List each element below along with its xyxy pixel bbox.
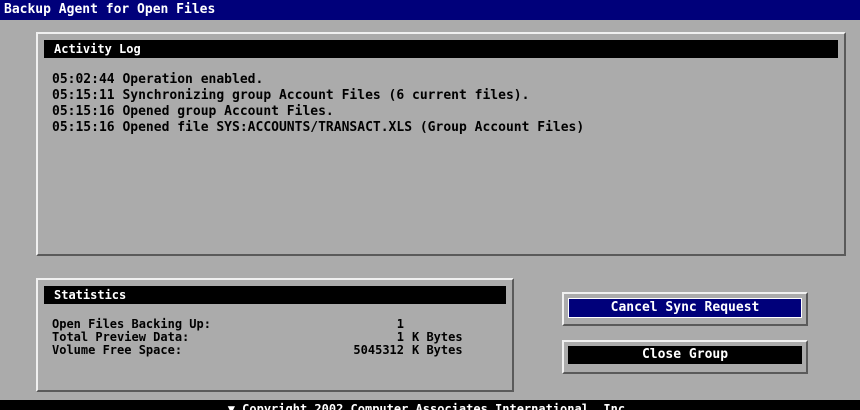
stat-unit: K Bytes <box>412 343 463 357</box>
stat-value: 1 <box>396 317 404 331</box>
statistics-header: Statistics <box>44 286 506 304</box>
activity-log-list[interactable]: 05:02:44 Operation enabled. 05:15:11 Syn… <box>52 72 844 136</box>
activity-log-panel: Activity Log 05:02:44 Operation enabled.… <box>36 32 846 256</box>
log-entry: 05:15:11 Synchronizing group Account Fil… <box>52 88 530 103</box>
stat-label: Volume Free Space: <box>52 343 183 357</box>
window-title: Backup Agent for Open Files <box>0 0 860 20</box>
statistics-list: Open Files Backing Up: 1 Total Preview D… <box>52 318 512 357</box>
stat-value: 5045312 <box>353 343 404 357</box>
cancel-sync-request-label: Cancel Sync Request <box>568 298 802 318</box>
log-entry: 05:02:44 Operation enabled. <box>52 72 264 87</box>
statistics-panel: Statistics Open Files Backing Up: 1 Tota… <box>36 278 514 392</box>
close-group-button[interactable]: Close Group <box>562 340 808 374</box>
stat-row-free-space: Volume Free Space: 5045312 K Bytes <box>52 344 512 357</box>
close-group-label: Close Group <box>568 346 802 364</box>
activity-log-header: Activity Log <box>44 40 838 58</box>
cancel-sync-request-button[interactable]: Cancel Sync Request <box>562 292 808 326</box>
log-entry: 05:15:16 Opened group Account Files. <box>52 104 334 119</box>
log-entry: 05:15:16 Opened file SYS:ACCOUNTS/TRANSA… <box>52 120 585 135</box>
copyright-footer: ▼ Copyright 2002 Computer Associates Int… <box>0 400 860 410</box>
